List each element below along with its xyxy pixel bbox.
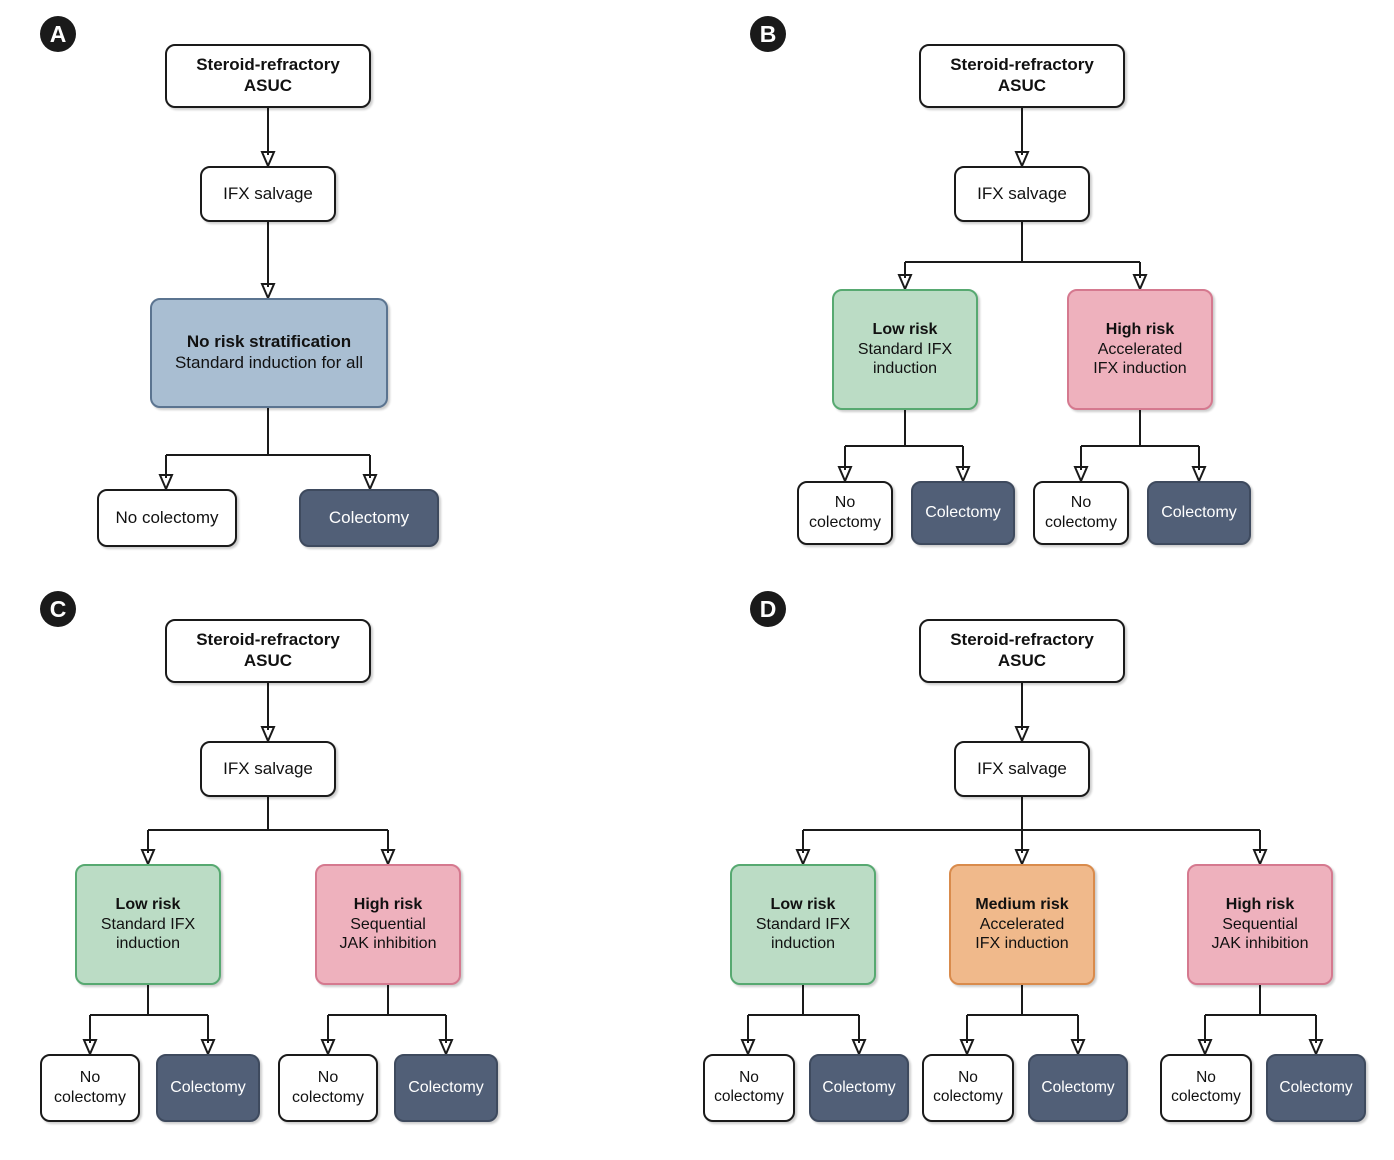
panel-a: A Steroid-refractory ASUC IFX salvage No… (0, 0, 700, 580)
node-outcome-d1-colectomy: Colectomy (809, 1054, 909, 1122)
node-branch-d-medium-risk-line3: IFX induction (975, 935, 1069, 953)
node-branch-d-low-risk: Low risk Standard IFX induction (730, 864, 876, 985)
node-branch-c-high-risk-line1: High risk (353, 896, 423, 914)
node-branch-b-low-risk-line3: induction (872, 360, 938, 378)
node-root-c: Steroid-refractory ASUC (165, 619, 371, 683)
node-outcome-a-colectomy-label: Colectomy (328, 507, 410, 527)
node-branch-d-low-risk-line2: Standard IFX (755, 915, 851, 933)
panel-d: D Steroid-refractory ASUC IFX salvage Lo… (700, 575, 1394, 1160)
node-outcome-a-no-colectomy-label: No colectomy (115, 507, 219, 527)
node-outcome-d1-colectomy-label: Colectomy (822, 1078, 896, 1096)
node-outcome-c1-colectomy-label: Colectomy (170, 1079, 246, 1097)
node-outcome-d3-colectomy-label: Colectomy (1279, 1078, 1353, 1096)
node-outcome-c1-no-colectomy: No colectomy (40, 1054, 140, 1122)
node-branch-d-medium-risk-line1: Medium risk (975, 896, 1069, 914)
node-branch-c-high-risk: High risk Sequential JAK inhibition (315, 864, 461, 985)
node-root-b: Steroid-refractory ASUC (919, 44, 1125, 108)
node-branch-b-low-risk-line2: Standard IFX (857, 340, 953, 358)
node-outcome-c2-no-colectomy: No colectomy (278, 1054, 378, 1122)
node-branch-c-low-risk: Low risk Standard IFX induction (75, 864, 221, 985)
node-salvage-a-label: IFX salvage (223, 183, 313, 203)
node-outcome-c2-no-colectomy-line2: colectomy (291, 1089, 365, 1106)
node-branch-d-high-risk-line1: High risk (1225, 896, 1295, 914)
node-root-d-line2: ASUC (997, 651, 1047, 670)
panel-d-badge: D (750, 591, 786, 627)
figure-canvas: A Steroid-refractory ASUC IFX salvage No… (0, 0, 1394, 1160)
node-root-b-line1: Steroid-refractory (950, 55, 1094, 75)
node-outcome-b1-colectomy-label: Colectomy (925, 504, 1001, 522)
node-branch-d-medium-risk: Medium risk Accelerated IFX induction (949, 864, 1095, 985)
node-branch-c-high-risk-line2: Sequential (350, 915, 426, 933)
node-root-c-line2: ASUC (243, 651, 293, 670)
node-outcome-b2-colectomy-label: Colectomy (1161, 504, 1237, 522)
panel-c: C Steroid-refractory ASUC IFX salvage Lo… (0, 575, 700, 1160)
node-branch-d-low-risk-line3: induction (770, 935, 836, 953)
panel-c-badge: C (40, 591, 76, 627)
node-salvage-a: IFX salvage (200, 166, 336, 222)
node-strategy-a-line2: Standard induction for all (174, 353, 364, 372)
node-root-a-line1: Steroid-refractory (196, 55, 340, 75)
node-branch-b-high-risk-line1: High risk (1105, 321, 1175, 339)
node-outcome-c1-no-colectomy-line1: No (79, 1069, 101, 1087)
node-strategy-a: No risk stratification Standard inductio… (150, 298, 388, 408)
node-branch-d-high-risk-line2: Sequential (1222, 915, 1298, 933)
node-outcome-b2-colectomy: Colectomy (1147, 481, 1251, 545)
node-outcome-c2-colectomy-label: Colectomy (408, 1079, 484, 1097)
node-branch-b-low-risk-line1: Low risk (872, 321, 938, 339)
node-outcome-d2-colectomy-label: Colectomy (1041, 1078, 1115, 1096)
node-branch-c-low-risk-line2: Standard IFX (100, 915, 196, 933)
node-outcome-c1-no-colectomy-line2: colectomy (53, 1089, 127, 1106)
node-branch-d-medium-risk-line2: Accelerated (979, 915, 1065, 933)
node-outcome-b1-colectomy: Colectomy (911, 481, 1015, 545)
node-salvage-c-label: IFX salvage (223, 758, 313, 778)
node-outcome-b2-no-colectomy: No colectomy (1033, 481, 1129, 545)
node-root-d-line1: Steroid-refractory (950, 630, 1094, 650)
node-branch-b-high-risk: High risk Accelerated IFX induction (1067, 289, 1213, 410)
node-outcome-c2-no-colectomy-line1: No (317, 1069, 339, 1087)
node-outcome-a-colectomy: Colectomy (299, 489, 439, 547)
node-outcome-d2-no-colectomy-line2: colectomy (933, 1088, 1003, 1105)
node-outcome-d3-no-colectomy-line1: No (1196, 1069, 1216, 1087)
node-outcome-d3-no-colectomy-line2: colectomy (1171, 1088, 1241, 1105)
node-outcome-b2-no-colectomy-line2: colectomy (1044, 514, 1118, 531)
node-root-a-line2: ASUC (243, 76, 293, 95)
node-salvage-d: IFX salvage (954, 741, 1090, 797)
node-salvage-c: IFX salvage (200, 741, 336, 797)
node-branch-d-low-risk-line1: Low risk (770, 896, 836, 914)
node-outcome-b1-no-colectomy-line2: colectomy (808, 514, 882, 531)
node-outcome-d2-colectomy: Colectomy (1028, 1054, 1128, 1122)
node-branch-c-low-risk-line1: Low risk (115, 896, 181, 914)
node-branch-b-high-risk-line3: IFX induction (1093, 360, 1187, 378)
node-branch-b-low-risk: Low risk Standard IFX induction (832, 289, 978, 410)
node-outcome-d2-no-colectomy: No colectomy (922, 1054, 1014, 1122)
node-branch-d-high-risk-line3: JAK inhibition (1211, 935, 1309, 953)
node-salvage-b: IFX salvage (954, 166, 1090, 222)
panel-b: B Steroid-refractory ASUC IFX salvage Lo… (700, 0, 1394, 580)
node-outcome-a-no-colectomy: No colectomy (97, 489, 237, 547)
node-outcome-d1-no-colectomy-line1: No (739, 1069, 759, 1087)
node-root-c-line1: Steroid-refractory (196, 630, 340, 650)
node-outcome-d1-no-colectomy-line2: colectomy (714, 1088, 784, 1105)
node-branch-b-high-risk-line2: Accelerated (1097, 340, 1183, 358)
node-root-a: Steroid-refractory ASUC (165, 44, 371, 108)
node-outcome-d3-no-colectomy: No colectomy (1160, 1054, 1252, 1122)
node-strategy-a-line1: No risk stratification (186, 332, 352, 352)
node-outcome-b1-no-colectomy-line1: No (834, 494, 856, 512)
node-outcome-d1-no-colectomy: No colectomy (703, 1054, 795, 1122)
node-branch-d-high-risk: High risk Sequential JAK inhibition (1187, 864, 1333, 985)
node-root-b-line2: ASUC (997, 76, 1047, 95)
node-outcome-c1-colectomy: Colectomy (156, 1054, 260, 1122)
panel-b-badge: B (750, 16, 786, 52)
node-outcome-d3-colectomy: Colectomy (1266, 1054, 1366, 1122)
node-root-d: Steroid-refractory ASUC (919, 619, 1125, 683)
node-salvage-b-label: IFX salvage (977, 183, 1067, 203)
node-outcome-c2-colectomy: Colectomy (394, 1054, 498, 1122)
node-branch-c-high-risk-line3: JAK inhibition (339, 935, 437, 953)
node-outcome-b1-no-colectomy: No colectomy (797, 481, 893, 545)
node-salvage-d-label: IFX salvage (977, 758, 1067, 778)
panel-a-badge: A (40, 16, 76, 52)
node-branch-c-low-risk-line3: induction (115, 935, 181, 953)
node-outcome-d2-no-colectomy-line1: No (958, 1069, 978, 1087)
node-outcome-b2-no-colectomy-line1: No (1070, 494, 1092, 512)
